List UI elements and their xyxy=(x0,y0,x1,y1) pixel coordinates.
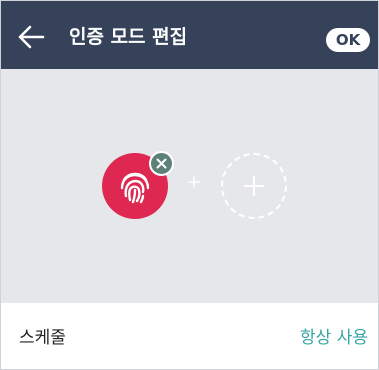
back-button[interactable] xyxy=(15,21,47,53)
fingerprint-icon xyxy=(120,172,150,204)
remove-mode-button[interactable] xyxy=(149,151,174,176)
arrow-left-icon xyxy=(18,25,45,49)
mode-combine-separator xyxy=(187,175,201,189)
app-header: 인증 모드 편집 OK xyxy=(1,1,378,69)
plus-icon xyxy=(188,176,200,188)
plus-icon xyxy=(244,176,264,196)
close-icon xyxy=(156,158,167,169)
schedule-label: 스케줄 xyxy=(19,328,66,348)
page-title: 인증 모드 편집 xyxy=(69,26,188,48)
ok-button[interactable]: OK xyxy=(326,28,370,52)
schedule-row[interactable]: 스케줄 항상 사용 xyxy=(1,303,378,369)
auth-mode-panel xyxy=(1,69,378,303)
edit-auth-mode-screen: 인증 모드 편집 OK 스케줄 항상 사용 xyxy=(0,0,379,370)
schedule-value: 항상 사용 xyxy=(300,328,368,348)
add-mode-button[interactable] xyxy=(221,153,287,219)
